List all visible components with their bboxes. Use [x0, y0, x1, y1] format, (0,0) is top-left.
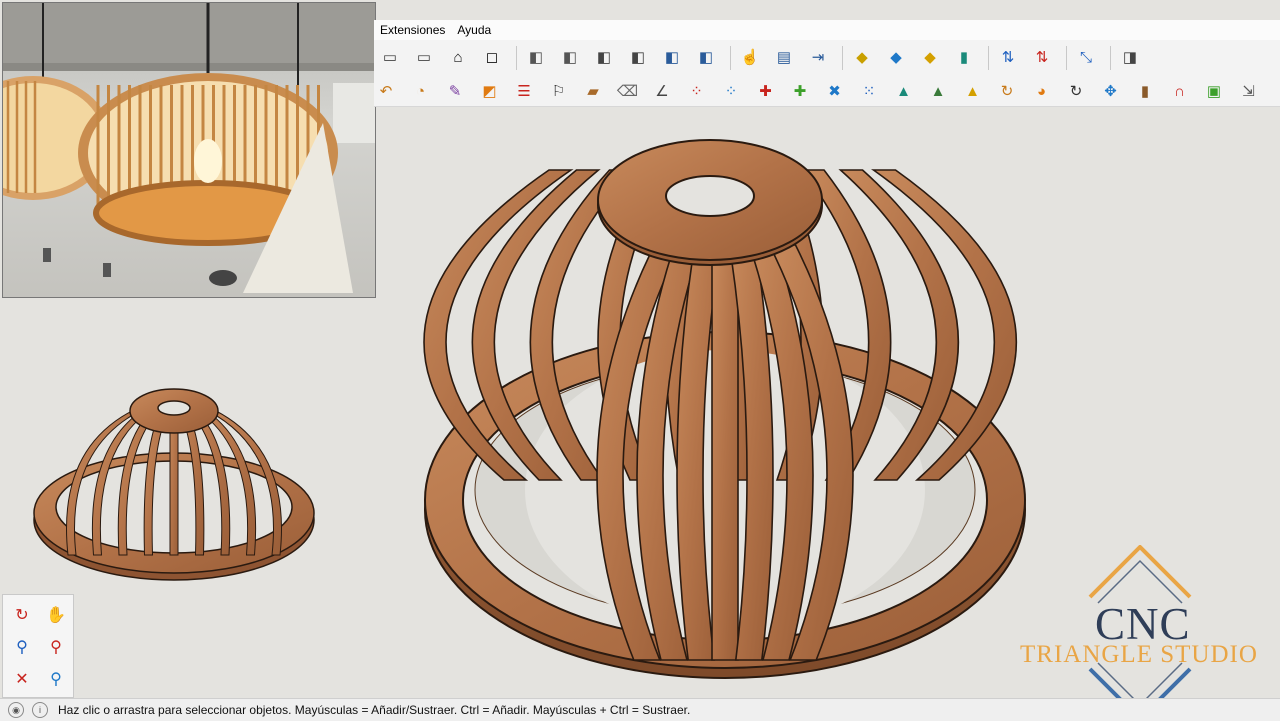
view-right-icon[interactable]: ◧: [626, 45, 650, 69]
toolbar-separator: [1110, 46, 1111, 70]
status-bar: ◉ i Haz clic o arrastra para seleccionar…: [0, 698, 1280, 721]
view-iso-icon[interactable]: ◧: [524, 45, 548, 69]
magnet-icon[interactable]: ∩: [1168, 79, 1192, 103]
view-front-icon[interactable]: ◧: [592, 45, 616, 69]
orbit-icon[interactable]: ↻: [7, 601, 37, 629]
warehouse-icon[interactable]: ▭: [378, 45, 402, 69]
flask-icon[interactable]: ▲: [892, 79, 916, 103]
eraser-icon[interactable]: ⌫: [616, 79, 640, 103]
paint-icon[interactable]: ✎: [443, 79, 467, 103]
square-orange-icon[interactable]: ◩: [478, 79, 502, 103]
reference-photo: [2, 2, 376, 298]
previous-view-icon[interactable]: ⚲: [41, 665, 71, 693]
menu-extensions[interactable]: Extensiones: [380, 23, 445, 37]
arrow-box-icon[interactable]: ⇥: [806, 45, 830, 69]
dots-red-icon[interactable]: ⁘: [685, 79, 709, 103]
status-message: Haz clic o arrastra para seleccionar obj…: [58, 703, 691, 717]
view-left-icon[interactable]: ◧: [694, 45, 718, 69]
zoom-extents-icon[interactable]: ✕: [7, 665, 37, 693]
mountain-icon[interactable]: ▲: [926, 79, 950, 103]
arrows-updown-icon[interactable]: ⇅: [996, 45, 1020, 69]
report-icon[interactable]: ▤: [772, 45, 796, 69]
rib-front: [711, 244, 739, 661]
orbit-undo-icon[interactable]: ↶: [374, 79, 398, 103]
extra-icon[interactable]: ◨: [1118, 45, 1142, 69]
cross-blue-icon[interactable]: ✖: [823, 79, 847, 103]
toolbar-row-2: ↶ ◔ ✎ ◩ ☰ ⚐ ▰ ⌫ ∠ ⁘ ⁘ ✚ ✚ ✖ ⁙ ▲ ▲ ▲ ↻ ◕ ↻ ✥ ▮ ∩ ▣ ⇲: [374, 74, 1280, 107]
box-icon[interactable]: ▰: [581, 79, 605, 103]
list-icon[interactable]: ☰: [512, 79, 536, 103]
menu-help[interactable]: Ayuda: [457, 23, 491, 37]
cube-icon[interactable]: ▮: [952, 45, 976, 69]
resize-icon[interactable]: ⤡: [1074, 45, 1098, 69]
zoom-icon[interactable]: ⚲: [7, 633, 37, 661]
pyramid-icon[interactable]: ▲: [961, 79, 985, 103]
plus-red-icon[interactable]: ✚: [754, 79, 778, 103]
swirl-icon[interactable]: ◔: [409, 79, 433, 103]
dots-blue-icon[interactable]: ⁘: [719, 79, 743, 103]
angle-icon[interactable]: ∠: [650, 79, 674, 103]
view-back-icon[interactable]: ◧: [660, 45, 684, 69]
move-icon[interactable]: ✥: [1099, 79, 1123, 103]
arrows-red-icon[interactable]: ⇅: [1030, 45, 1054, 69]
tag-blue-icon[interactable]: ◆: [884, 45, 908, 69]
home-icon[interactable]: ⌂: [446, 45, 470, 69]
logo-subtitle: TRIANGLE STUDIO: [1020, 641, 1258, 668]
toolbar-separator: [730, 46, 731, 70]
menu-bar: Extensiones Ayuda: [374, 20, 1280, 41]
toolbar-separator: [1066, 46, 1067, 70]
toolbar-separator: [988, 46, 989, 70]
tag-yellow-icon[interactable]: ◆: [918, 45, 942, 69]
geolocation-icon[interactable]: ◉: [8, 702, 24, 718]
pendant-lamps-image: [3, 3, 375, 293]
hand-pointer-icon[interactable]: ☝: [738, 45, 762, 69]
zoom-window-icon[interactable]: ⚲: [41, 633, 71, 661]
group-green-icon[interactable]: ▣: [1202, 79, 1226, 103]
toolbar-row-1: ▭ ▭ ⌂ ◻ ◧ ◧ ◧ ◧ ◧ ◧ ☝ ▤ ⇥ ◆ ◆ ◆ ▮ ⇅ ⇅ ⤡ ◨: [374, 40, 1280, 74]
view-top-icon[interactable]: ◧: [558, 45, 582, 69]
orange-shape-icon[interactable]: ◕: [1030, 79, 1054, 103]
square-icon[interactable]: ◻: [480, 45, 504, 69]
toolbar-separator: [516, 46, 517, 70]
flag-icon[interactable]: ⚐: [547, 79, 571, 103]
warehouse-open-icon[interactable]: ▭: [412, 45, 436, 69]
export-icon[interactable]: ⇲: [1237, 79, 1261, 103]
rotate-icon[interactable]: ↻: [995, 79, 1019, 103]
component-icon[interactable]: ◆: [850, 45, 874, 69]
plus-green-icon[interactable]: ✚: [788, 79, 812, 103]
navigation-toolbar: ↻ ✋ ⚲ ⚲ ✕ ⚲: [2, 594, 74, 698]
pan-hand-icon[interactable]: ✋: [41, 601, 71, 629]
toolbar-separator: [842, 46, 843, 70]
info-icon[interactable]: i: [32, 702, 48, 718]
grid-icon[interactable]: ⁙: [857, 79, 881, 103]
lamp-model-small[interactable]: [18, 335, 348, 595]
barrel-icon[interactable]: ▮: [1133, 79, 1157, 103]
rotate-dark-icon[interactable]: ↻: [1064, 79, 1088, 103]
